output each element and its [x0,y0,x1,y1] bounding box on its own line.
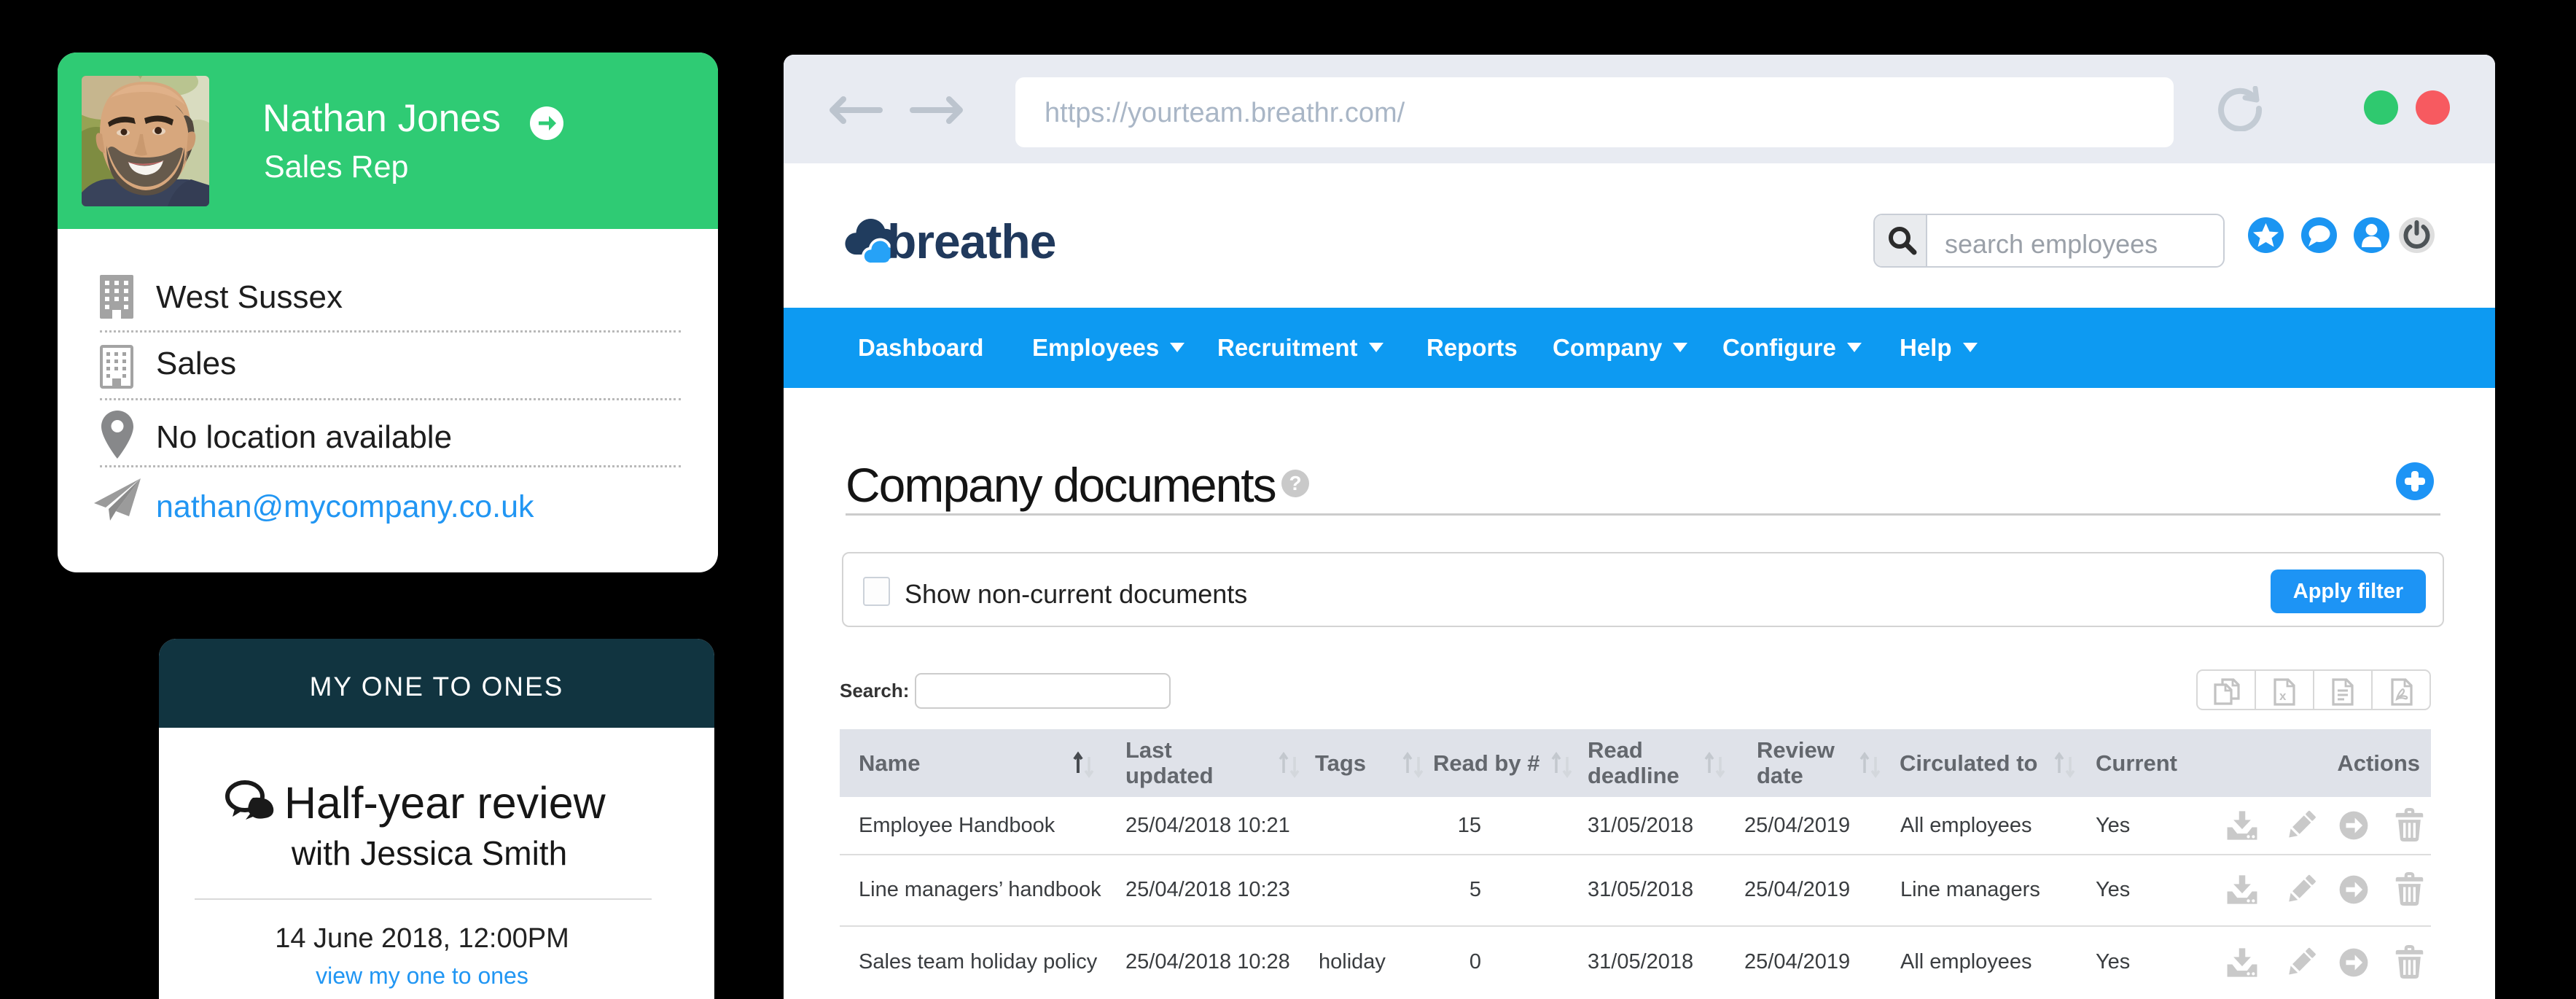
svg-text:x: x [2279,689,2287,703]
